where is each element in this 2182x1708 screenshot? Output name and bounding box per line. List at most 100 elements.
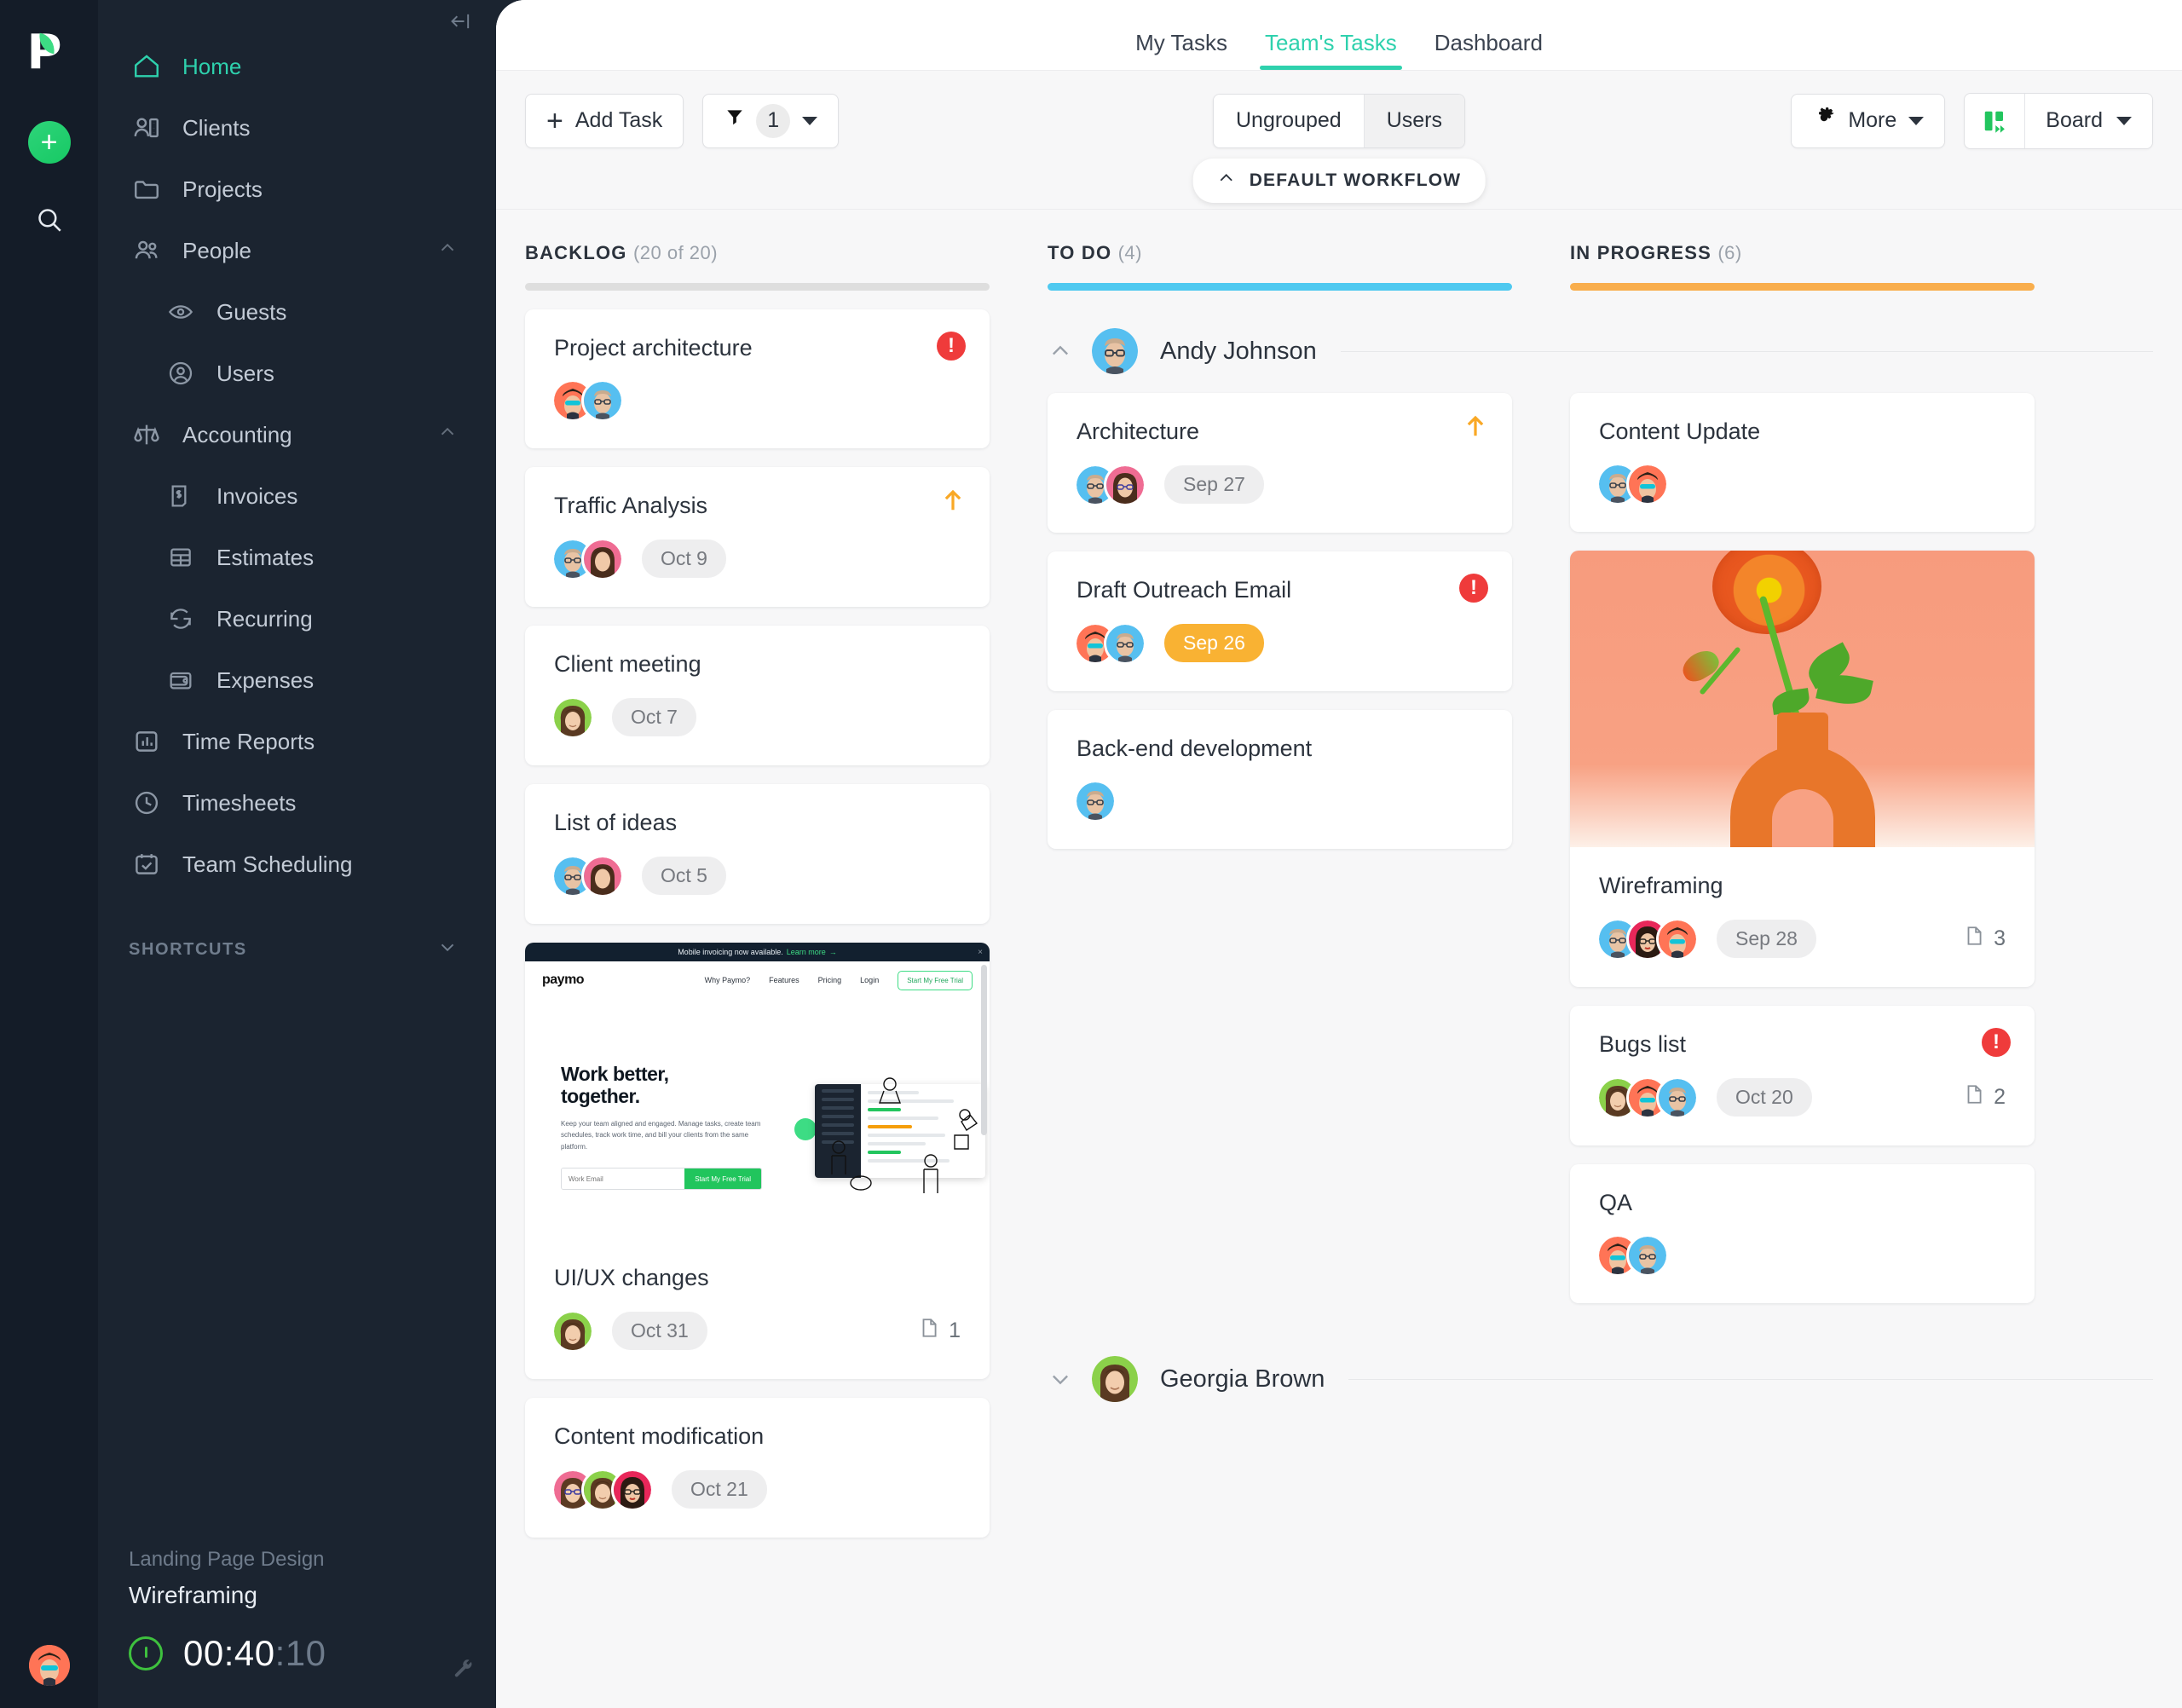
quick-add-button[interactable]: + <box>27 121 71 164</box>
filter-button[interactable]: 1 <box>702 93 840 148</box>
due-date-chip: Oct 20 <box>1717 1078 1812 1117</box>
sidebar-item-label: Timesheets <box>182 789 297 816</box>
sidebar-item-clients[interactable]: Clients <box>98 97 496 159</box>
promo-text: Mobile invoicing now available. <box>678 948 783 956</box>
preview-navbar: paymo Why Paymo? Features Pricing Login … <box>525 961 990 999</box>
chevron-up-icon[interactable] <box>436 421 459 449</box>
add-task-button[interactable]: + Add Task <box>525 93 684 148</box>
promo-link: Learn more <box>786 948 826 956</box>
chevron-up-icon <box>1217 169 1236 193</box>
board-view-icon[interactable] <box>1965 94 2024 148</box>
tab-teams-tasks[interactable]: Team's Tasks <box>1246 30 1416 70</box>
wrench-icon[interactable] <box>452 1658 474 1684</box>
task-card[interactable]: Client meeting Oct 7 <box>525 626 990 765</box>
task-title: Wireframing <box>1599 873 1723 898</box>
task-card[interactable]: Mobile invoicing now available. Learn mo… <box>525 943 990 1379</box>
sidebar-item-recurring[interactable]: Recurring <box>98 588 496 649</box>
avatar[interactable] <box>554 698 592 736</box>
assignee-avatars <box>1077 465 1144 504</box>
chevron-up-icon[interactable] <box>1048 338 1073 364</box>
sidebar-item-users[interactable]: Users <box>98 343 496 404</box>
file-icon <box>918 1317 940 1345</box>
kanban-board: BACKLOG (20 of 20) ! Project architectur… <box>496 210 2182 1708</box>
task-card[interactable]: Traffic Analysis Oct 9 <box>525 467 990 607</box>
task-meta: Oct 31 1 <box>554 1312 961 1350</box>
column-todo: TO DO (4) <box>1019 210 1541 291</box>
timer-start-icon[interactable] <box>129 1636 163 1670</box>
task-card[interactable]: ! Project architecture <box>525 309 990 448</box>
task-card[interactable]: Content Update <box>1570 393 2035 532</box>
due-date-chip: Oct 7 <box>612 698 696 736</box>
tab-dashboard[interactable]: Dashboard <box>1416 30 1561 70</box>
vase <box>1729 745 1875 847</box>
timer-seconds: :10 <box>274 1633 326 1673</box>
assignee-avatars <box>1599 920 1696 958</box>
group-header-georgia-brown[interactable]: Georgia Brown <box>1019 1319 2182 1402</box>
search-icon[interactable] <box>31 201 68 239</box>
assignee-avatars <box>554 857 621 895</box>
lane-in-progress: Content Update Wireframing Sep 28 3 ! Bu… <box>1541 374 2064 1303</box>
task-card-body: Wireframing Sep 28 3 <box>1570 847 2035 987</box>
avatar[interactable] <box>1106 624 1144 662</box>
task-card[interactable]: Content modification Oct 21 <box>525 1398 990 1538</box>
assignee-avatars <box>1077 782 1114 820</box>
sidebar-item-people[interactable]: People <box>98 220 496 281</box>
sidebar-item-timesheets[interactable]: Timesheets <box>98 772 496 834</box>
sidebar-item-projects[interactable]: Projects <box>98 159 496 220</box>
collapse-sidebar-icon[interactable] <box>447 7 476 36</box>
task-card[interactable]: QA <box>1570 1164 2035 1303</box>
lane-todo: Architecture Sep 27 ! Draft Outreach Ema… <box>1019 374 1541 1303</box>
task-card[interactable]: Wireframing Sep 28 3 <box>1570 551 2035 987</box>
task-card[interactable]: ! Bugs list Oct 20 2 <box>1570 1006 2035 1145</box>
avatar[interactable] <box>1659 1078 1696 1117</box>
attachment-number: 2 <box>1994 1085 2006 1109</box>
avatar[interactable] <box>28 1645 70 1686</box>
segment-users[interactable]: Users <box>1363 94 1465 147</box>
default-workflow-toggle[interactable]: DEFAULT WORKFLOW <box>1192 159 1486 203</box>
chevron-down-icon[interactable] <box>1048 1366 1073 1392</box>
invoice-icon <box>165 480 197 512</box>
avatar[interactable] <box>1629 465 1666 503</box>
column-count: (4) <box>1117 242 1142 263</box>
attachment-number: 3 <box>1994 926 2006 950</box>
hero-headline-line2: together. <box>561 1084 640 1107</box>
sidebar-item-team-scheduling[interactable]: Team Scheduling <box>98 834 496 895</box>
avatar[interactable] <box>584 540 621 578</box>
avatar[interactable] <box>1629 1237 1666 1274</box>
view-select[interactable]: Board <box>2024 93 2152 148</box>
sidebar-item-guests[interactable]: Guests <box>98 281 496 343</box>
avatar[interactable] <box>1077 782 1114 820</box>
sidebar-item-estimates[interactable]: Estimates <box>98 527 496 588</box>
avatar[interactable] <box>1106 465 1144 504</box>
more-button[interactable]: More <box>1791 93 1946 148</box>
group-user-name: Andy Johnson <box>1160 337 1317 365</box>
avatar[interactable] <box>584 382 621 419</box>
group-header-andy-johnson[interactable]: Andy Johnson <box>1019 291 2182 374</box>
sidebar-section-shortcuts[interactable]: SHORTCUTS <box>98 919 496 980</box>
chevron-down-icon[interactable] <box>436 936 459 963</box>
avatar[interactable] <box>584 857 621 895</box>
sidebar-item-label: Invoices <box>216 482 298 509</box>
sidebar-item-invoices[interactable]: Invoices <box>98 465 496 527</box>
sidebar-item-label: Accounting <box>182 421 292 447</box>
sidebar-item-accounting[interactable]: Accounting <box>98 404 496 465</box>
icon-rail: P + <box>0 0 98 1708</box>
avatar[interactable] <box>614 1470 651 1509</box>
task-card[interactable]: List of ideas Oct 5 <box>525 784 990 924</box>
grouped-columns-area: TO DO (4) IN PROGRESS (6) Andy Johnson A… <box>1019 210 2182 1708</box>
segment-ungrouped[interactable]: Ungrouped <box>1213 94 1364 147</box>
email-field <box>562 1168 685 1190</box>
preview-hero: Work better, together. Keep your team al… <box>525 999 990 1205</box>
task-card[interactable]: ! Draft Outreach Email Sep 26 <box>1048 551 1512 691</box>
flower-bud <box>1677 645 1723 686</box>
sidebar-item-home[interactable]: Home <box>98 36 496 97</box>
sidebar-item-expenses[interactable]: Expenses <box>98 649 496 711</box>
task-card[interactable]: Back-end development <box>1048 710 1512 849</box>
sidebar-item-time-reports[interactable]: Time Reports <box>98 711 496 772</box>
avatar[interactable] <box>554 1312 592 1350</box>
tab-my-tasks[interactable]: My Tasks <box>1117 30 1246 70</box>
task-card[interactable]: Architecture Sep 27 <box>1048 393 1512 533</box>
assignee-avatars <box>554 1312 592 1350</box>
chevron-up-icon[interactable] <box>436 237 459 265</box>
avatar[interactable] <box>1659 920 1696 958</box>
